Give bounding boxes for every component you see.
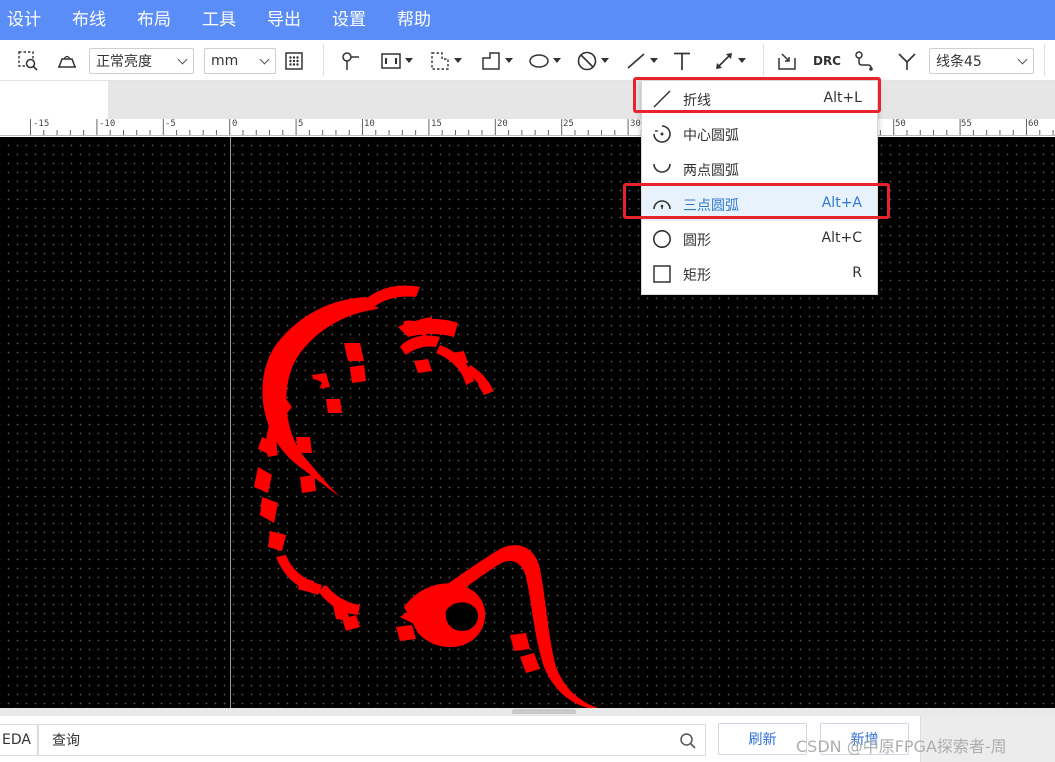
menu-item-label: 两点圆弧 [683, 163, 739, 179]
menu-item-label: 圆形 [683, 233, 711, 249]
ruler-label: 30 [630, 119, 641, 129]
toolbar-separator [1044, 44, 1045, 76]
ruler-label: 5 [298, 119, 304, 129]
polygon-icon[interactable] [476, 40, 516, 81]
menu-item-label: 中心圆弧 [683, 128, 739, 144]
ruler-label: 20 [497, 119, 508, 129]
menu-item-label: 矩形 [683, 268, 711, 284]
toolbar-separator [323, 44, 324, 76]
menu-tools[interactable]: 工具 [195, 0, 244, 40]
line-tool-icon[interactable] [621, 40, 661, 81]
search-placeholder: 查询 [52, 733, 80, 749]
menu-routing[interactable]: 布线 [65, 0, 114, 40]
rectangle-icon [653, 265, 671, 283]
pcb-canvas[interactable] [0, 137, 1055, 708]
ruler-label: 15 [431, 119, 442, 129]
red-dragon-artwork [254, 285, 598, 708]
dimension-icon[interactable] [708, 40, 750, 81]
active-document-tab[interactable] [0, 81, 108, 119]
ruler-label: 0 [232, 119, 238, 129]
grid-icon[interactable] [282, 40, 306, 81]
ruler-label: -5 [165, 119, 176, 129]
unit-select[interactable]: mm [204, 48, 276, 74]
two-point-arc-icon [653, 163, 671, 173]
watermark-text: CSDN @中原FPGA探索者-周 [796, 737, 1007, 756]
route-icon[interactable] [852, 40, 878, 81]
search-icon[interactable] [679, 732, 697, 750]
text-icon[interactable] [669, 40, 695, 81]
refresh-button[interactable]: 刷新 [718, 723, 807, 755]
menu-design[interactable]: 设计 [0, 0, 49, 40]
keepout-icon[interactable] [572, 40, 612, 81]
brightness-select-value: 正常亮度 [96, 54, 152, 70]
menu-item-rectangle[interactable]: 矩形 R [642, 256, 877, 291]
menu-item-shortcut: Alt+C [821, 230, 862, 246]
line-style-select-value: 线条45 [936, 54, 982, 70]
line-style-select[interactable]: 线条45 [929, 48, 1034, 74]
zoom-select-icon[interactable] [14, 40, 42, 81]
ruler-label: 25 [563, 119, 574, 129]
menu-item-shortcut: R [852, 265, 862, 281]
toolbar: 正常亮度 mm DRC 线条45 [0, 40, 1055, 81]
menu-item-center-arc[interactable]: 中心圆弧 [642, 116, 877, 151]
menu-item-two-point-arc[interactable]: 两点圆弧 [642, 151, 877, 186]
ruler-label: 10 [364, 119, 375, 129]
unit-select-value: mm [211, 53, 239, 69]
menu-export[interactable]: 导出 [260, 0, 309, 40]
menu-item-circle[interactable]: 圆形 Alt+C [642, 221, 877, 256]
library-search-input[interactable]: 查询 [38, 724, 706, 756]
pin-icon[interactable] [337, 40, 363, 81]
library-source-label[interactable]: EDA [0, 724, 38, 756]
brightness-icon[interactable] [54, 40, 80, 81]
ruler-label: 55 [961, 119, 972, 129]
brightness-select[interactable]: 正常亮度 [89, 48, 194, 74]
ruler-label: -15 [33, 119, 50, 129]
document-tab-strip [0, 81, 1055, 119]
menu-bar: 设计 布线 布局 工具 导出 设置 帮助 [0, 0, 1055, 40]
ruler-label: 60 [1028, 119, 1039, 129]
highlight-box-polyline [633, 77, 881, 113]
circle-icon [653, 230, 671, 248]
menu-help[interactable]: 帮助 [390, 0, 439, 40]
panel-splitter-handle[interactable] [512, 709, 576, 714]
pad-icon[interactable] [376, 40, 416, 81]
region-icon[interactable] [425, 40, 465, 81]
ruler-label: -10 [99, 119, 116, 129]
highlight-box-three-point-arc [623, 183, 890, 219]
menu-layout[interactable]: 布局 [130, 0, 179, 40]
center-arc-icon [653, 125, 671, 143]
route-45-icon[interactable] [894, 40, 920, 81]
panel-splitter[interactable] [0, 708, 1055, 716]
ruler-label: 50 [895, 119, 906, 129]
import-icon[interactable] [774, 40, 800, 81]
toolbar-separator [763, 44, 764, 76]
horizontal-ruler: -15 -10 -5 0 5 10 15 20 25 30 35 40 45 5… [0, 119, 1055, 136]
drc-button[interactable]: DRC [812, 40, 842, 81]
menu-settings[interactable]: 设置 [325, 0, 374, 40]
ellipse-icon[interactable] [524, 40, 564, 81]
